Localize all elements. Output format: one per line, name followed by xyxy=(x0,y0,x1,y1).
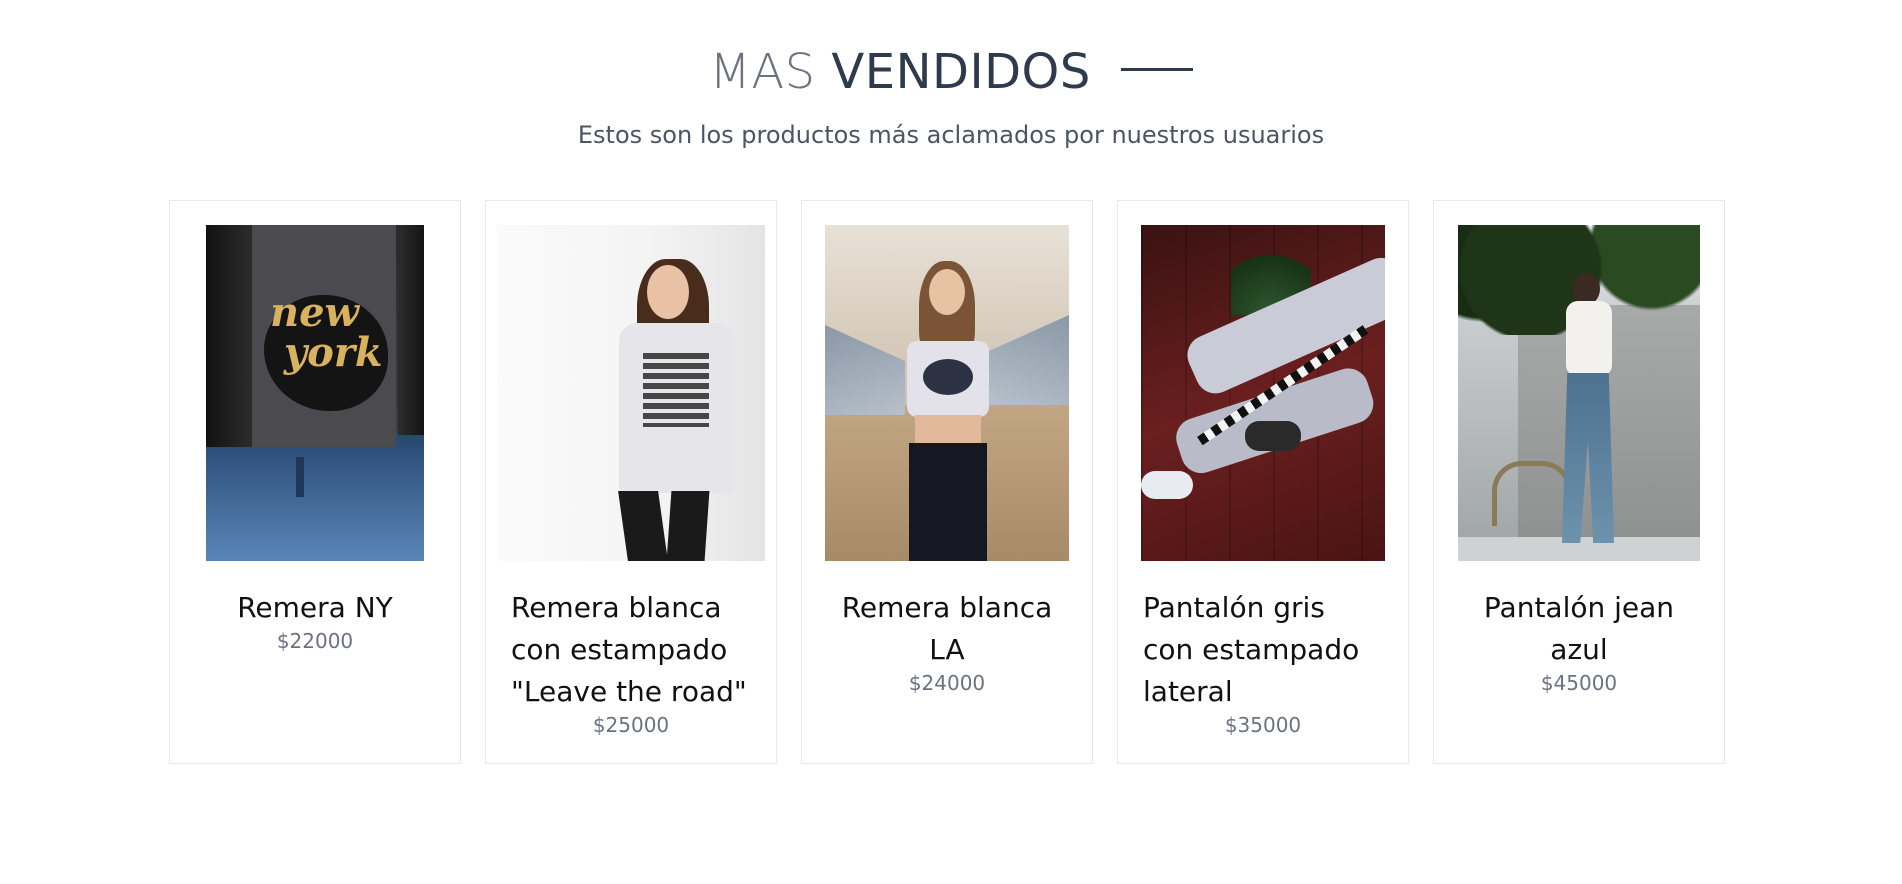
product-image[interactable] xyxy=(1141,225,1385,561)
product-name[interactable]: Pantalón gris con estampado lateral xyxy=(1143,587,1383,713)
product-card[interactable]: Remera blanca LA $24000 xyxy=(801,200,1093,764)
product-card[interactable]: new york Remera NY $22000 xyxy=(169,200,461,764)
title-underline-decoration xyxy=(1120,67,1193,71)
section-subtitle: Estos son los productos más aclamados po… xyxy=(577,121,1325,149)
best-sellers-section: MAS VENDIDOS Estos son los productos más… xyxy=(0,0,1902,884)
product-grid: new york Remera NY $22000 Remera blanca … xyxy=(169,200,1725,764)
product-card[interactable]: Pantalón jean azul $45000 xyxy=(1433,200,1725,764)
product-image[interactable]: new york xyxy=(206,225,424,561)
product-card[interactable]: Pantalón gris con estampado lateral $350… xyxy=(1117,200,1409,764)
product-image[interactable] xyxy=(1458,225,1700,561)
product-image[interactable] xyxy=(497,225,765,561)
product-price: $35000 xyxy=(1224,713,1302,737)
section-title-bold: VENDIDOS xyxy=(831,44,1091,100)
product-price: $24000 xyxy=(908,671,986,695)
product-name[interactable]: Remera NY xyxy=(195,587,435,629)
product-name[interactable]: Remera blanca LA xyxy=(827,587,1067,671)
product-image[interactable] xyxy=(825,225,1069,561)
product-price: $45000 xyxy=(1540,671,1618,695)
section-title-light: MAS xyxy=(709,44,816,100)
product-price: $25000 xyxy=(592,713,670,737)
section-title: MAS VENDIDOS xyxy=(0,44,1902,100)
product-name[interactable]: Remera blanca con estampado "Leave the r… xyxy=(511,587,751,713)
product-name[interactable]: Pantalón jean azul xyxy=(1459,587,1699,671)
product-card[interactable]: Remera blanca con estampado "Leave the r… xyxy=(485,200,777,764)
product-price: $22000 xyxy=(276,629,354,653)
